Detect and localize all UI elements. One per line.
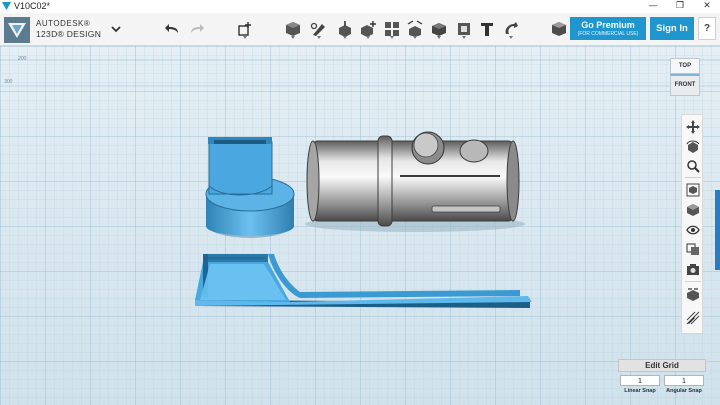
help-button[interactable]: ? xyxy=(698,17,716,40)
maximize-button[interactable]: ❐ xyxy=(667,0,693,13)
zoom-icon[interactable] xyxy=(686,159,700,173)
app-icon xyxy=(2,2,11,11)
snapshot-icon[interactable] xyxy=(686,262,700,276)
view-cube-top[interactable]: TOP xyxy=(670,58,700,74)
angular-snap-input[interactable]: 1 xyxy=(664,375,704,386)
edit-grid-icon[interactable] xyxy=(686,311,700,325)
minimize-button[interactable]: — xyxy=(640,0,666,13)
title-bar: V10C02* — ❐ ✕ xyxy=(0,0,720,13)
grey-cylinder-part[interactable] xyxy=(305,131,525,232)
ruler-label-b: 300 xyxy=(4,79,13,85)
brand-line1: AUTODESK® xyxy=(36,19,91,28)
brand: AUTODESK® 123D® DESIGN xyxy=(36,19,101,40)
caret-icon xyxy=(343,36,347,39)
navigation-bar xyxy=(681,114,703,334)
orbit-icon[interactable] xyxy=(686,140,700,154)
3d-viewport[interactable]: 200 300 TOP FRONT Edit Grid 1 1 Linear S… xyxy=(0,46,720,405)
chevron-down-icon[interactable] xyxy=(110,23,122,35)
visibility-icon[interactable] xyxy=(686,223,700,237)
sign-in-button[interactable]: Sign In xyxy=(650,17,694,40)
caret-icon xyxy=(462,36,466,39)
linear-snap-input[interactable]: 1 xyxy=(620,375,660,386)
ruler-label-a: 200 xyxy=(17,56,27,62)
side-scrollbar[interactable] xyxy=(715,190,720,270)
pan-icon[interactable] xyxy=(686,120,700,134)
view-cube-front[interactable]: FRONT xyxy=(670,74,700,96)
view-cube[interactable]: TOP FRONT xyxy=(670,58,700,96)
undo-icon[interactable] xyxy=(164,20,182,38)
grid-settings-icon[interactable] xyxy=(686,287,700,301)
fit-icon[interactable] xyxy=(686,183,700,197)
materials-outlines-icon[interactable] xyxy=(686,242,700,256)
scene-canvas[interactable]: 200 300 xyxy=(0,46,720,405)
brand-line2: 123D® DESIGN xyxy=(36,29,102,39)
perspective-icon[interactable] xyxy=(686,203,700,217)
caret-icon xyxy=(390,36,394,39)
caret-icon xyxy=(413,36,417,39)
caret-icon xyxy=(509,36,513,39)
redo-icon[interactable] xyxy=(187,20,205,38)
go-premium-button[interactable]: Go Premium (FOR COMMERCIAL USE) xyxy=(570,17,646,40)
caret-icon xyxy=(291,36,295,39)
caret-icon xyxy=(243,36,247,39)
main-toolbar: AUTODESK® 123D® DESIGN Go Premium (FOR C… xyxy=(0,13,720,46)
go-premium-label: Go Premium xyxy=(581,20,635,30)
window-title: V10C02* xyxy=(14,1,51,11)
material-icon[interactable] xyxy=(550,20,568,38)
caret-icon xyxy=(437,36,441,39)
caret-icon xyxy=(366,36,370,39)
edit-grid-button[interactable]: Edit Grid xyxy=(618,359,706,372)
close-button[interactable]: ✕ xyxy=(694,0,720,13)
linear-snap-label: Linear Snap xyxy=(624,388,656,394)
text-icon[interactable] xyxy=(478,20,496,38)
go-premium-sublabel: (FOR COMMERCIAL USE) xyxy=(577,31,639,37)
edit-grid-panel: Edit Grid 1 1 Linear Snap Angular Snap xyxy=(618,359,706,399)
caret-icon xyxy=(317,36,321,39)
app-logo[interactable] xyxy=(4,17,30,43)
angular-snap-label: Angular Snap xyxy=(666,388,702,394)
